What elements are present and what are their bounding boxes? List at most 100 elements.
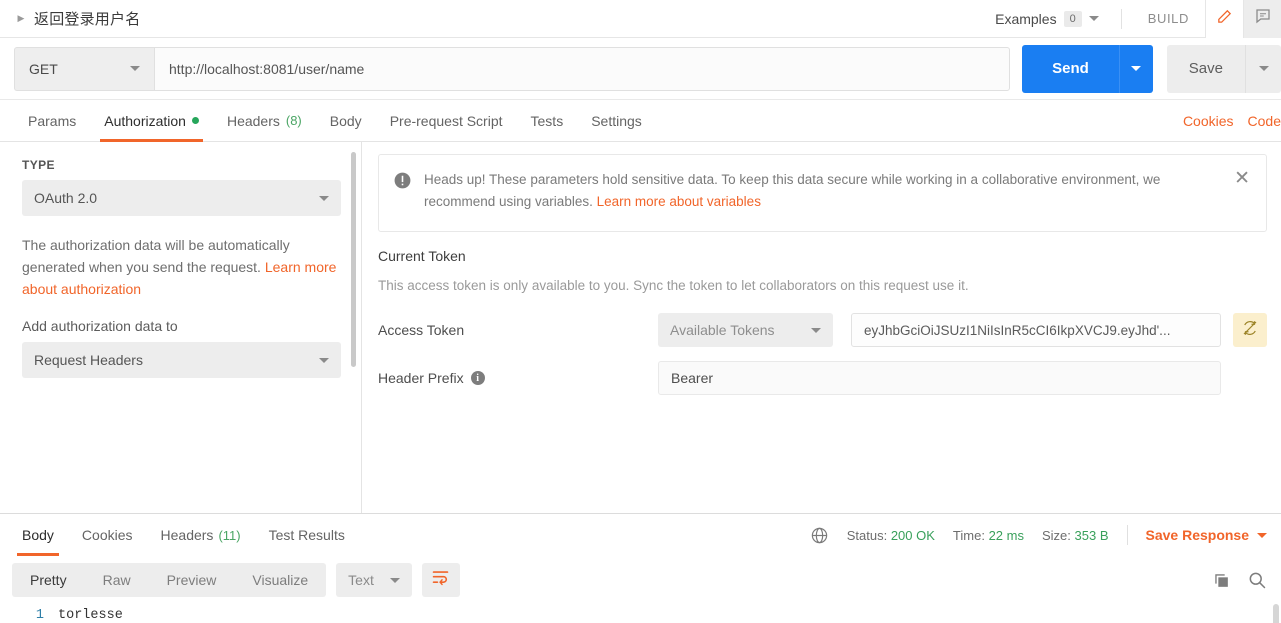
add-auth-data-select[interactable]: Request Headers bbox=[22, 342, 341, 378]
page-title: 返回登录用户名 bbox=[34, 11, 141, 28]
url-bar: GET http://localhost:8081/user/name Send… bbox=[0, 38, 1281, 100]
time-item: Time: 22 ms bbox=[953, 528, 1024, 543]
auth-content-area: TYPE OAuth 2.0 The authorization data wi… bbox=[0, 142, 1281, 513]
build-button[interactable]: BUILD bbox=[1132, 11, 1205, 26]
tab-settings[interactable]: Settings bbox=[577, 100, 656, 141]
tab-headers[interactable]: Headers (8) bbox=[213, 100, 316, 141]
code-link[interactable]: Code bbox=[1248, 113, 1281, 129]
chevron-down-icon bbox=[319, 195, 329, 201]
tab-badge: (11) bbox=[218, 527, 241, 543]
view-mode-visualize[interactable]: Visualize bbox=[234, 563, 326, 597]
response-body-viewer[interactable]: 1 torlesse bbox=[0, 604, 1281, 623]
request-tab-bar-links: Cookies Code bbox=[1183, 100, 1281, 141]
code-line: 1 torlesse bbox=[0, 608, 1281, 623]
header-prefix-input[interactable]: Bearer bbox=[658, 361, 1221, 395]
globe-icon bbox=[810, 526, 829, 545]
tab-badge: (8) bbox=[285, 113, 302, 128]
response-panel: Body Cookies Headers (11) Test Results S… bbox=[0, 513, 1281, 623]
auth-description: The authorization data will be automatic… bbox=[22, 234, 341, 300]
tab-pre-request-script[interactable]: Pre-request Script bbox=[376, 100, 517, 141]
access-token-label-text: Access Token bbox=[378, 322, 465, 338]
comments-button[interactable] bbox=[1243, 0, 1281, 38]
http-method-select[interactable]: GET bbox=[14, 46, 154, 91]
response-tab-body[interactable]: Body bbox=[8, 514, 68, 556]
postman-request-window: ▶ 返回登录用户名 Examples 0 BUILD GET http://lo… bbox=[0, 0, 1281, 623]
size-label: Size: bbox=[1041, 527, 1071, 543]
current-token-title: Current Token bbox=[378, 248, 466, 264]
sync-off-icon bbox=[1241, 319, 1259, 342]
cookies-link[interactable]: Cookies bbox=[1183, 113, 1234, 129]
save-response-button[interactable]: Save Response bbox=[1145, 527, 1267, 543]
tab-label: Body bbox=[329, 112, 362, 129]
tab-body[interactable]: Body bbox=[316, 100, 376, 141]
response-tab-test-results[interactable]: Test Results bbox=[255, 514, 359, 556]
collapse-triangle-icon[interactable]: ▶ bbox=[14, 12, 28, 26]
line-content: torlesse bbox=[58, 608, 123, 623]
send-options-button[interactable] bbox=[1118, 44, 1153, 93]
send-button[interactable]: Send bbox=[1022, 44, 1119, 93]
auth-panel-scrollbar[interactable] bbox=[351, 152, 356, 367]
chevron-down-icon bbox=[319, 357, 329, 363]
current-token-description: This access token is only available to y… bbox=[378, 278, 969, 293]
chevron-down-icon bbox=[811, 327, 821, 333]
available-tokens-select[interactable]: Available Tokens bbox=[658, 313, 833, 347]
auth-description-text: The authorization data will be automatic… bbox=[22, 237, 290, 275]
chevron-down-icon bbox=[1257, 532, 1267, 538]
auth-type-select[interactable]: OAuth 2.0 bbox=[22, 180, 341, 216]
tab-label: Test Results bbox=[268, 527, 345, 543]
header-prefix-row: Header Prefix i Bearer bbox=[378, 361, 1267, 395]
tab-label: Authorization bbox=[104, 112, 186, 129]
request-tab-bar: Params Authorization Headers (8) Body Pr… bbox=[0, 100, 1281, 142]
add-auth-data-label: Add authorization data to bbox=[22, 318, 178, 334]
response-body-scrollbar[interactable] bbox=[1273, 604, 1279, 623]
edit-button[interactable] bbox=[1205, 0, 1243, 38]
tab-params[interactable]: Params bbox=[14, 100, 90, 141]
response-format-value: Text bbox=[348, 572, 374, 588]
tab-authorization[interactable]: Authorization bbox=[90, 100, 213, 142]
response-tab-bar: Body Cookies Headers (11) Test Results S… bbox=[0, 514, 1281, 556]
chevron-down-icon bbox=[1131, 66, 1142, 71]
view-mode-preview[interactable]: Preview bbox=[149, 563, 235, 597]
response-toolbar-actions bbox=[1212, 570, 1267, 590]
save-response-label: Save Response bbox=[1145, 527, 1250, 543]
http-method-value: GET bbox=[29, 60, 58, 77]
examples-label: Examples bbox=[995, 10, 1057, 27]
search-button[interactable] bbox=[1247, 570, 1267, 590]
response-format-select[interactable]: Text bbox=[336, 563, 412, 597]
close-icon[interactable]: ✕ bbox=[1232, 169, 1252, 188]
response-tab-cookies[interactable]: Cookies bbox=[68, 514, 147, 556]
chevron-down-icon bbox=[130, 66, 140, 71]
url-input[interactable]: http://localhost:8081/user/name bbox=[154, 46, 1011, 91]
banner-text: Heads up! These parameters hold sensitiv… bbox=[424, 169, 1232, 213]
sync-token-button[interactable] bbox=[1233, 313, 1267, 347]
access-token-row: Access Token Available Tokens eyJhbGciOi… bbox=[378, 313, 1267, 347]
pencil-icon bbox=[1216, 8, 1233, 30]
header-prefix-label: Header Prefix i bbox=[378, 370, 658, 386]
status-label: Status: bbox=[846, 527, 888, 543]
auth-configured-dot-icon bbox=[191, 117, 199, 124]
access-token-input[interactable]: eyJhbGciOiJSUzI1NiIsInR5cCI6IkpXVCJ9.eyJ… bbox=[851, 313, 1221, 347]
response-tab-headers[interactable]: Headers (11) bbox=[147, 514, 255, 556]
header-prefix-label-text: Header Prefix bbox=[378, 370, 464, 386]
save-options-button[interactable] bbox=[1245, 44, 1281, 93]
size-item: Size: 353 B bbox=[1042, 528, 1109, 543]
view-mode-pretty[interactable]: Pretty bbox=[12, 563, 85, 597]
tab-label: Params bbox=[28, 112, 77, 129]
line-number: 1 bbox=[35, 608, 44, 623]
time-label: Time: bbox=[952, 527, 985, 543]
type-label: TYPE bbox=[22, 158, 55, 172]
learn-more-variables-link[interactable]: Learn more about variables bbox=[597, 194, 761, 209]
time-value: 22 ms bbox=[988, 527, 1024, 543]
examples-dropdown[interactable]: Examples 0 bbox=[995, 10, 1111, 27]
tab-label: Pre-request Script bbox=[389, 112, 503, 129]
access-token-label: Access Token bbox=[378, 322, 658, 338]
comment-icon bbox=[1254, 7, 1272, 30]
tab-tests[interactable]: Tests bbox=[517, 100, 578, 141]
save-button[interactable]: Save bbox=[1166, 44, 1245, 93]
copy-button[interactable] bbox=[1212, 571, 1231, 590]
word-wrap-button[interactable] bbox=[421, 563, 460, 597]
info-icon[interactable]: i bbox=[470, 371, 485, 385]
auth-type-panel: TYPE OAuth 2.0 The authorization data wi… bbox=[0, 142, 362, 513]
view-mode-raw[interactable]: Raw bbox=[85, 563, 149, 597]
available-tokens-value: Available Tokens bbox=[670, 322, 775, 338]
